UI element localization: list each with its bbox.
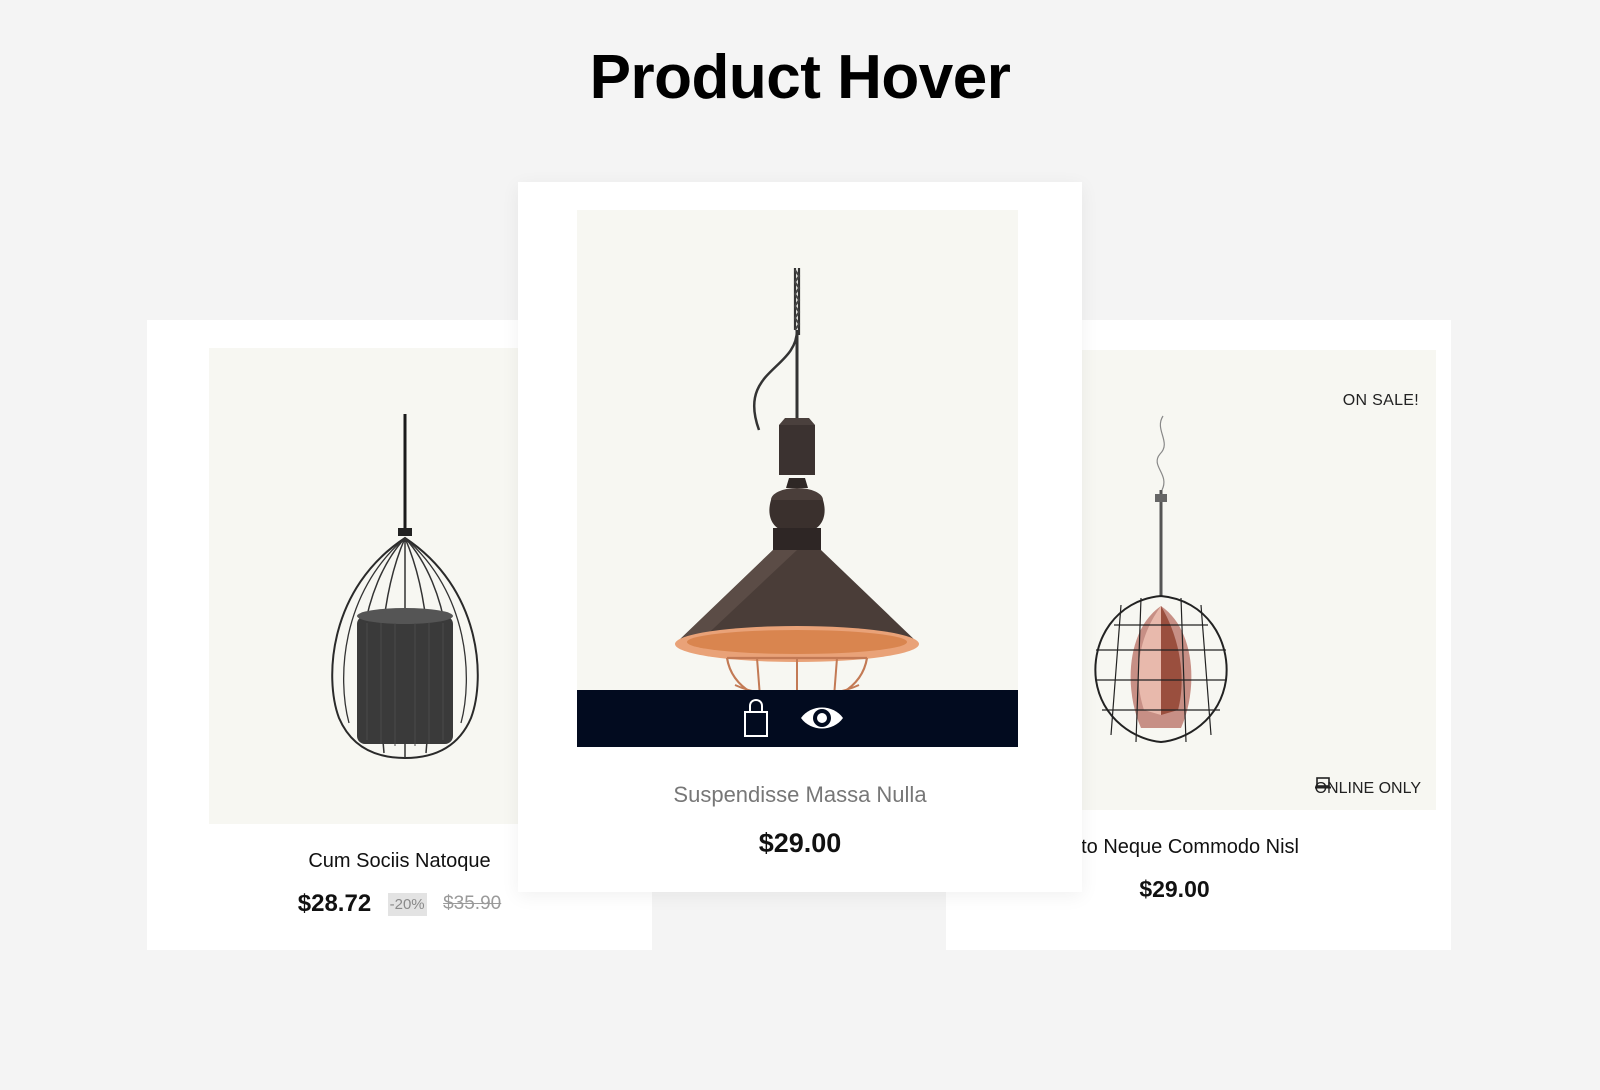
shopping-bag-icon[interactable] <box>739 690 773 747</box>
product-name[interactable]: Suspendisse Massa Nulla <box>518 782 1082 808</box>
product-image[interactable] <box>577 210 1018 747</box>
eye-icon[interactable] <box>797 690 847 747</box>
on-sale-flag: ON SALE! <box>1342 392 1419 409</box>
product-price: $29.00 <box>1139 876 1210 902</box>
product-price: $29.00 <box>758 828 842 858</box>
online-only-flag: ONLINE ONLY <box>1314 777 1421 798</box>
product-card-suspendisse-hovered[interactable]: Suspendisse Massa Nulla $29.00 <box>518 182 1082 892</box>
quick-view-button[interactable] <box>797 690 847 747</box>
discount-badge: -20% <box>387 892 427 916</box>
regular-price: $35.90 <box>443 893 502 914</box>
product-action-bar <box>577 690 1018 747</box>
product-price: $28.72 <box>297 890 372 917</box>
copper-pendant-lamp-image <box>675 268 919 718</box>
laptop-icon <box>1314 777 1331 789</box>
price-row: $29.00 <box>518 828 1082 859</box>
add-to-cart-button[interactable] <box>739 690 773 747</box>
page-title: Product Hover <box>589 43 1011 112</box>
price-row: $28.72 -20% $35.90 <box>147 890 652 918</box>
